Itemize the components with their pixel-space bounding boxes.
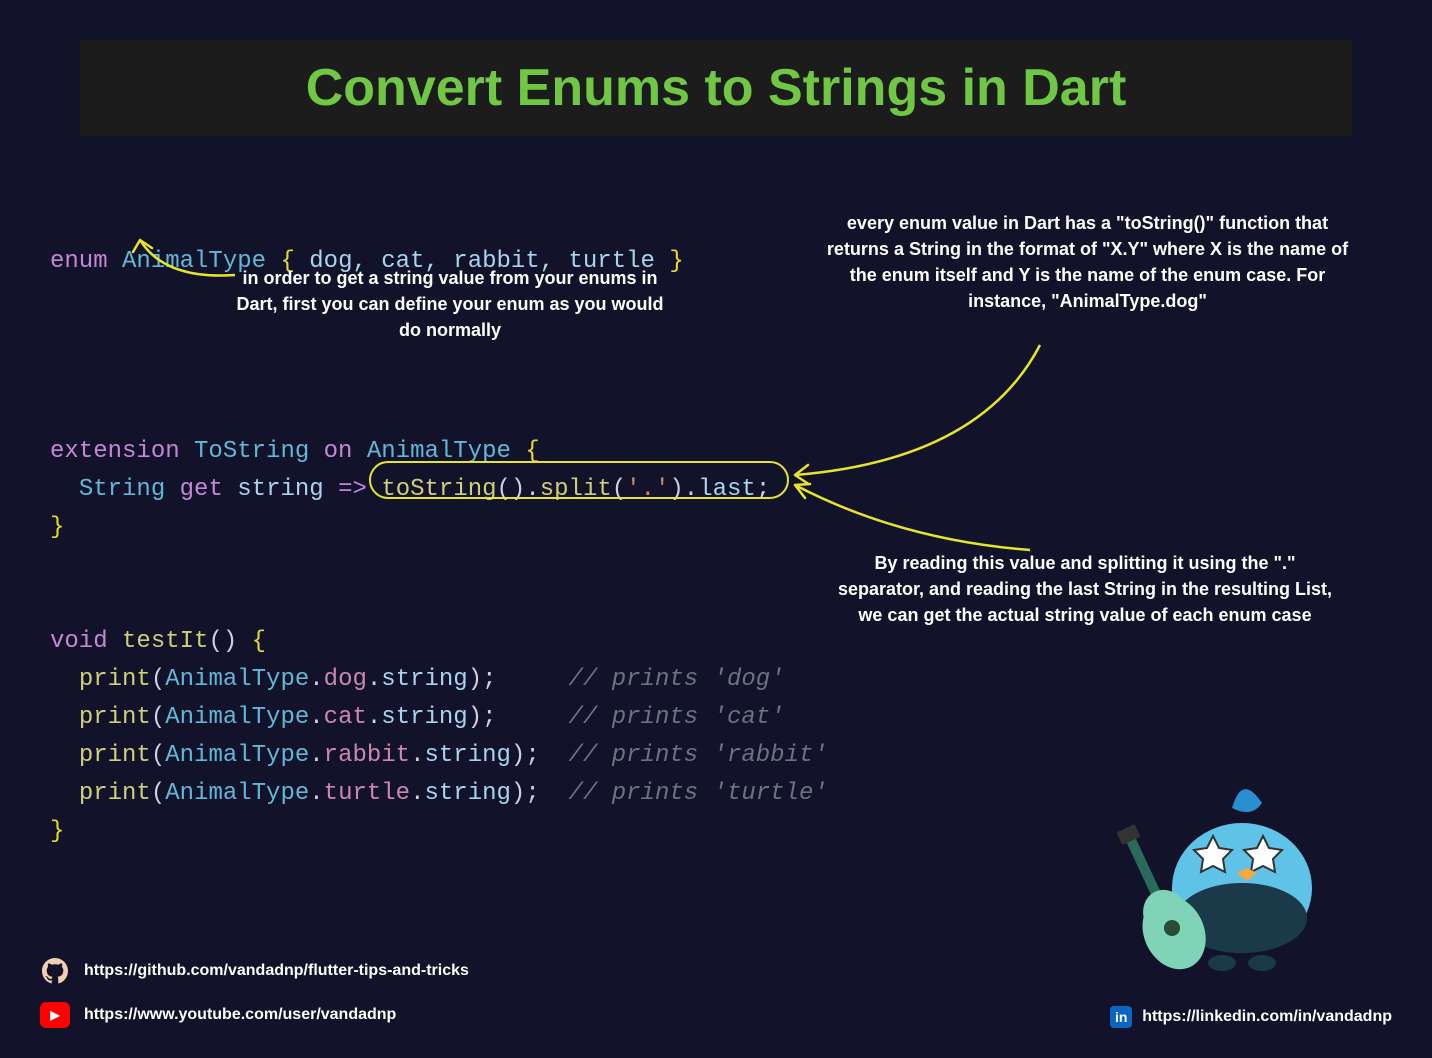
brace: } — [669, 248, 683, 275]
annotation-3: By reading this value and splitting it u… — [830, 550, 1340, 628]
code-highlight — [369, 461, 789, 499]
annotation-1: in order to get a string value from your… — [235, 265, 665, 343]
brace: { — [252, 628, 266, 655]
arrow-icon — [780, 340, 1060, 485]
title-banner: Convert Enums to Strings in Dart — [80, 40, 1352, 136]
keyword-get: get — [180, 476, 223, 503]
keyword-enum: enum — [50, 248, 108, 275]
call-print: print — [79, 780, 151, 807]
arrow-op: => — [338, 476, 367, 503]
call-print: print — [79, 666, 151, 693]
comment: // prints 'dog' — [569, 666, 785, 693]
extension-name: ToString — [194, 438, 309, 465]
call-print: print — [79, 742, 151, 769]
github-icon — [40, 958, 70, 984]
comment: // prints 'rabbit' — [569, 742, 828, 769]
brace: } — [50, 818, 64, 845]
youtube-icon: ▶ — [40, 1002, 70, 1028]
keyword-void: void — [50, 628, 108, 655]
linkedin-link[interactable]: in https://linkedin.com/in/vandadnp — [1110, 1006, 1392, 1028]
getter-name: string — [237, 476, 323, 503]
github-link[interactable]: https://github.com/vandadnp/flutter-tips… — [40, 958, 1392, 984]
arrow-icon — [125, 230, 255, 290]
page-title: Convert Enums to Strings in Dart — [80, 58, 1352, 118]
comment: // prints 'turtle' — [569, 780, 828, 807]
keyword-extension: extension — [50, 438, 180, 465]
arrow-icon — [780, 480, 1040, 560]
comment: // prints 'cat' — [569, 704, 785, 731]
linkedin-url: https://linkedin.com/in/vandadnp — [1142, 1008, 1392, 1026]
call-print: print — [79, 704, 151, 731]
github-url: https://github.com/vandadnp/flutter-tips… — [84, 962, 469, 980]
keyword-on: on — [324, 438, 353, 465]
brace: } — [50, 514, 64, 541]
type-string: String — [79, 476, 165, 503]
linkedin-icon: in — [1110, 1006, 1132, 1028]
annotation-2: every enum value in Dart has a "toString… — [825, 210, 1350, 314]
youtube-url: https://www.youtube.com/user/vandadnp — [84, 1006, 396, 1024]
fn-testit: testIt — [122, 628, 208, 655]
